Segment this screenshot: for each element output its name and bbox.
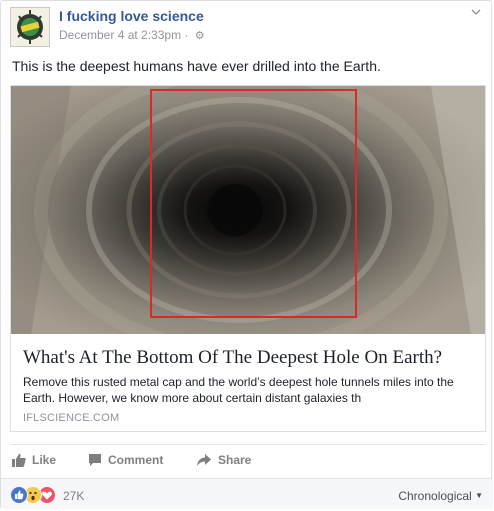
page-avatar[interactable] xyxy=(10,7,50,47)
comment-button[interactable]: Comment xyxy=(88,453,163,467)
link-preview-image[interactable] xyxy=(11,86,485,334)
post-timestamp[interactable]: December 4 at 2:33pm xyxy=(59,28,181,42)
gear-icon: ⚙ xyxy=(194,30,205,42)
sort-label: Chronological xyxy=(398,489,472,503)
highlight-box xyxy=(150,89,357,318)
share-icon xyxy=(197,454,211,466)
page-name-link[interactable]: I fucking love science xyxy=(59,8,204,24)
like-label: Like xyxy=(32,453,57,467)
link-preview-domain: IFLSCIENCE.COM xyxy=(23,412,120,424)
like-reaction-icon[interactable] xyxy=(10,486,28,504)
post-card: I fucking love science December 4 at 2:3… xyxy=(0,0,493,509)
link-preview[interactable]: What's At The Bottom Of The Deepest Hole… xyxy=(10,85,486,432)
comment-sort-dropdown[interactable]: Chronological ▼ xyxy=(398,489,483,503)
link-preview-description: Remove this rusted metal cap and the wor… xyxy=(23,375,454,405)
share-button[interactable]: Share xyxy=(196,453,251,467)
meta-separator: · xyxy=(184,28,189,42)
share-label: Share xyxy=(218,453,252,467)
reaction-count[interactable]: 27K xyxy=(63,489,84,503)
like-button[interactable]: Like xyxy=(12,453,56,467)
post-meta: December 4 at 2:33pm · ⚙ xyxy=(59,28,205,42)
chevron-down-icon[interactable] xyxy=(471,7,481,17)
post-text: This is the deepest humans have ever dri… xyxy=(12,58,381,74)
comment-label: Comment xyxy=(108,453,164,467)
caret-down-icon: ▼ xyxy=(475,491,483,500)
comment-icon xyxy=(89,454,101,466)
link-preview-title[interactable]: What's At The Bottom Of The Deepest Hole… xyxy=(23,347,442,369)
action-bar: Like Comment Share xyxy=(10,444,486,477)
thumbs-up-icon xyxy=(12,453,26,467)
reactions-bar: 27K Chronological ▼ xyxy=(1,478,493,509)
